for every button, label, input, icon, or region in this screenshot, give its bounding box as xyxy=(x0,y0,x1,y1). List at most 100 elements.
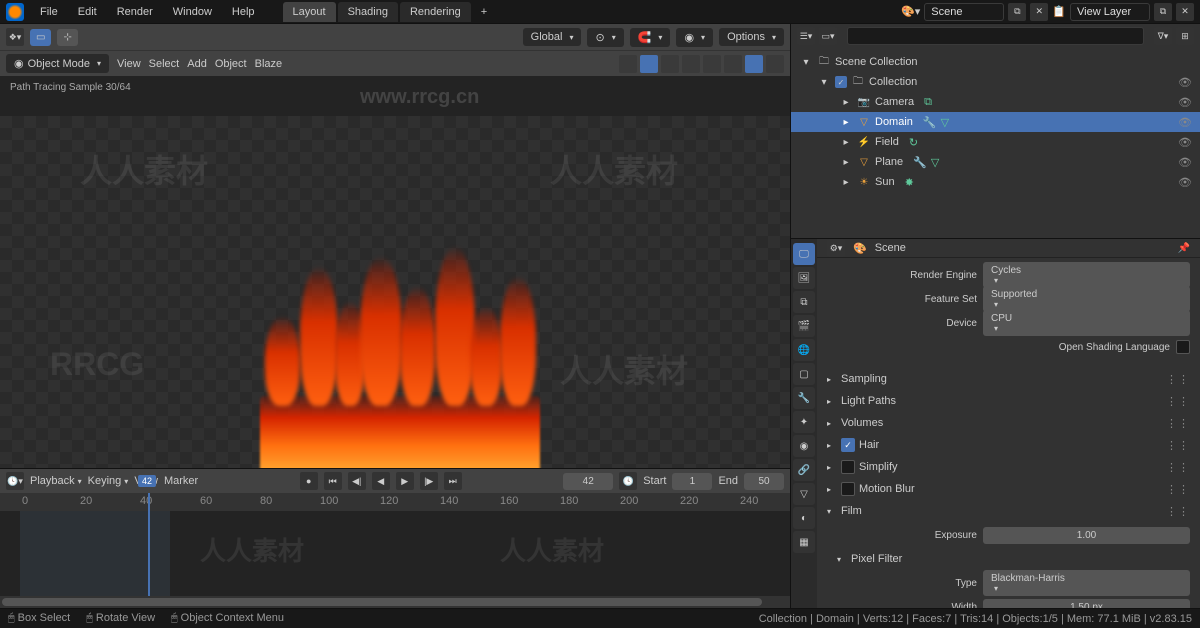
menu-edit[interactable]: Edit xyxy=(70,2,105,22)
next-key-icon[interactable]: |▶ xyxy=(420,472,438,490)
options-dropdown[interactable]: Options xyxy=(719,28,784,46)
mode-dropdown[interactable]: ◉ Object Mode xyxy=(6,54,109,73)
outliner-item-plane[interactable]: ▸ ▽ Plane 🔧 ▽ 👁 xyxy=(791,152,1200,172)
scene-name-field[interactable]: Scene xyxy=(924,3,1004,21)
panel-hair[interactable]: ▸✓Hair⋮⋮ xyxy=(827,434,1190,456)
outliner-scene-collection[interactable]: ▾🗀 Scene Collection xyxy=(791,52,1200,72)
simplify-checkbox[interactable] xyxy=(841,460,855,474)
shading-solid-icon[interactable] xyxy=(703,55,721,73)
menu-object[interactable]: Object xyxy=(215,58,247,70)
shading-wire-icon[interactable] xyxy=(682,55,700,73)
tab-shading[interactable]: Shading xyxy=(338,2,398,22)
timeline-scrollbar[interactable] xyxy=(0,596,790,608)
panel-film[interactable]: ▾Film⋮⋮ xyxy=(827,500,1190,522)
menu-add[interactable]: Add xyxy=(187,58,207,70)
tab-output[interactable]: 🖼 xyxy=(793,267,815,289)
filter-width-field[interactable]: 1.50 px xyxy=(983,599,1190,609)
subpanel-pixel-filter[interactable]: ▾Pixel Filter xyxy=(827,548,1190,570)
outliner-item-camera[interactable]: ▸ 📷 Camera ⧉ 👁 xyxy=(791,92,1200,112)
tab-particle[interactable]: ✦ xyxy=(793,411,815,433)
timeline-ruler[interactable]: 0 20 40 60 80 100 120 140 160 180 200 22… xyxy=(0,493,790,511)
preview-range-icon[interactable]: 🕓 xyxy=(619,472,637,490)
panel-sampling[interactable]: ▸Sampling⋮⋮ xyxy=(827,368,1190,390)
tab-viewlayer[interactable]: ⧉ xyxy=(793,291,815,313)
viewlayer-name-field[interactable]: View Layer xyxy=(1070,3,1150,21)
timeline-keying-menu[interactable]: Keying xyxy=(88,475,129,487)
motion-blur-checkbox[interactable] xyxy=(841,482,855,496)
playhead[interactable] xyxy=(148,511,150,596)
panel-simplify[interactable]: ▸Simplify⋮⋮ xyxy=(827,456,1190,478)
tab-modifier[interactable]: 🔧 xyxy=(793,387,815,409)
tab-add[interactable]: + xyxy=(473,2,495,22)
scene-browse-icon[interactable]: ⧉ xyxy=(1008,3,1026,21)
play-icon[interactable]: ▶ xyxy=(396,472,414,490)
jump-start-icon[interactable]: ⏮ xyxy=(324,472,342,490)
tab-physics[interactable]: ◉ xyxy=(793,435,815,457)
shading-rendered-icon[interactable] xyxy=(745,55,763,73)
timeline-body[interactable]: 人人素材 人人素材 xyxy=(0,511,790,596)
viewlayer-browse-icon[interactable]: ⧉ xyxy=(1154,3,1172,21)
pivot-dropdown[interactable]: ⊙ xyxy=(587,28,623,47)
tab-texture[interactable]: ▦ xyxy=(793,531,815,553)
proportional-dropdown[interactable]: ◉ xyxy=(676,28,713,47)
scene-delete-icon[interactable]: ✕ xyxy=(1030,3,1048,21)
tab-world[interactable]: 🌐 xyxy=(793,339,815,361)
current-frame-field[interactable]: 42 xyxy=(563,473,613,490)
tab-scene[interactable]: 🎬 xyxy=(793,315,815,337)
play-reverse-icon[interactable]: ◀ xyxy=(372,472,390,490)
menu-window[interactable]: Window xyxy=(165,2,220,22)
visibility-toggle-icon[interactable]: 👁 xyxy=(1178,136,1192,149)
render-engine-dropdown[interactable]: Cycles xyxy=(983,262,1190,288)
menu-help[interactable]: Help xyxy=(224,2,263,22)
xray-icon[interactable] xyxy=(661,55,679,73)
viewlayer-delete-icon[interactable]: ✕ xyxy=(1176,3,1194,21)
end-frame-field[interactable]: 50 xyxy=(744,473,784,490)
tab-rendering[interactable]: Rendering xyxy=(400,2,471,22)
timeline-playback-menu[interactable]: Playback xyxy=(30,475,82,487)
tab-constraint[interactable]: 🔗 xyxy=(793,459,815,481)
jump-end-icon[interactable]: ⏭ xyxy=(444,472,462,490)
outliner-item-domain[interactable]: ▸ ▽ Domain 🔧 ▽ 👁 xyxy=(791,112,1200,132)
pin-icon[interactable]: 📌 xyxy=(1178,243,1190,254)
exposure-field[interactable]: 1.00 xyxy=(983,527,1190,544)
gizmo-icon[interactable] xyxy=(619,55,637,73)
tab-object[interactable]: ▢ xyxy=(793,363,815,385)
orientation-dropdown[interactable]: Global xyxy=(523,28,582,46)
menu-select[interactable]: Select xyxy=(149,58,180,70)
outliner-item-field[interactable]: ▸ ⚡ Field ↻ 👁 xyxy=(791,132,1200,152)
outliner-collection[interactable]: ▾✓ 🗀 Collection 👁 xyxy=(791,72,1200,92)
panel-motion-blur[interactable]: ▸Motion Blur⋮⋮ xyxy=(827,478,1190,500)
filter-type-dropdown[interactable]: Blackman-Harris xyxy=(983,570,1190,596)
tab-render[interactable]: 🖵 xyxy=(793,243,815,265)
pause-render-icon[interactable] xyxy=(766,55,784,73)
prev-key-icon[interactable]: ◀| xyxy=(348,472,366,490)
shading-matprev-icon[interactable] xyxy=(724,55,742,73)
cursor-tool-icon[interactable]: ⊹ xyxy=(57,29,77,46)
timeline-editor-type-icon[interactable]: 🕓▾ xyxy=(6,472,24,490)
visibility-toggle-icon[interactable]: 👁 xyxy=(1178,116,1192,129)
timeline-marker-menu[interactable]: Marker xyxy=(164,475,198,487)
outliner-search-input[interactable] xyxy=(847,27,1144,45)
visibility-toggle-icon[interactable]: 👁 xyxy=(1178,96,1192,109)
menu-render[interactable]: Render xyxy=(109,2,161,22)
panel-light-paths[interactable]: ▸Light Paths⋮⋮ xyxy=(827,390,1190,412)
device-dropdown[interactable]: CPU xyxy=(983,310,1190,336)
outliner-new-collection-icon[interactable]: ⊞ xyxy=(1176,27,1194,45)
overlay-toggle-icon[interactable] xyxy=(640,55,658,73)
snap-dropdown[interactable]: 🧲 xyxy=(630,28,671,47)
hair-checkbox[interactable]: ✓ xyxy=(841,438,855,452)
menu-blaze[interactable]: Blaze xyxy=(255,58,283,70)
select-tool-icon[interactable]: ▭ xyxy=(30,29,51,46)
start-frame-field[interactable]: 1 xyxy=(672,473,712,490)
outliner-item-sun[interactable]: ▸ ☀ Sun ✸ 👁 xyxy=(791,172,1200,192)
visibility-toggle-icon[interactable]: 👁 xyxy=(1178,156,1192,169)
outliner-editor-type-icon[interactable]: ☰▾ xyxy=(797,27,815,45)
tab-layout[interactable]: Layout xyxy=(283,2,336,22)
visibility-toggle-icon[interactable]: 👁 xyxy=(1178,76,1192,89)
feature-set-dropdown[interactable]: Supported xyxy=(983,286,1190,312)
tab-data[interactable]: ▽ xyxy=(793,483,815,505)
tab-material[interactable]: ◐ xyxy=(793,507,815,529)
autokey-icon[interactable]: ● xyxy=(300,472,318,490)
menu-view[interactable]: View xyxy=(117,58,141,70)
osl-checkbox[interactable] xyxy=(1176,340,1190,354)
